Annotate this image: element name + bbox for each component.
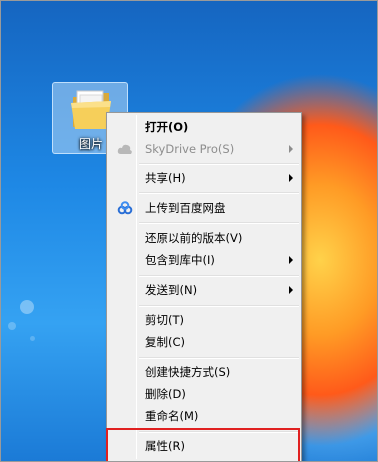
- menu-separator: [139, 192, 299, 194]
- menu-item-delete[interactable]: 删除(D): [109, 383, 299, 405]
- submenu-arrow-icon: [289, 145, 293, 153]
- menu-item-label: 删除(D): [145, 387, 186, 401]
- menu-separator: [139, 275, 299, 277]
- menu-item-label: 还原以前的版本(V): [145, 231, 243, 245]
- menu-separator: [139, 163, 299, 165]
- menu-item-include-in-library[interactable]: 包含到库中(I): [109, 249, 299, 271]
- menu-item-rename[interactable]: 重命名(M): [109, 405, 299, 427]
- menu-item-restore-previous[interactable]: 还原以前的版本(V): [109, 227, 299, 249]
- menu-separator: [139, 357, 299, 359]
- menu-item-skydrive-pro[interactable]: SkyDrive Pro(S): [109, 138, 299, 160]
- wallpaper-flare: [30, 336, 35, 341]
- menu-item-send-to[interactable]: 发送到(N): [109, 279, 299, 301]
- menu-separator: [139, 222, 299, 224]
- menu-item-copy[interactable]: 复制(C): [109, 331, 299, 353]
- menu-item-upload-baidu[interactable]: 上传到百度网盘: [109, 197, 299, 219]
- menu-item-label: SkyDrive Pro(S): [145, 142, 235, 156]
- menu-item-label: 复制(C): [145, 335, 186, 349]
- menu-item-share[interactable]: 共享(H): [109, 167, 299, 189]
- menu-item-create-shortcut[interactable]: 创建快捷方式(S): [109, 361, 299, 383]
- wallpaper-flare: [8, 322, 16, 330]
- menu-separator: [139, 305, 299, 307]
- wallpaper-flare: [20, 300, 34, 314]
- properties-highlight-box: [106, 428, 300, 462]
- menu-item-label: 上传到百度网盘: [145, 201, 226, 215]
- menu-item-open[interactable]: 打开(O): [109, 116, 299, 138]
- baidu-netdisk-icon: [117, 201, 133, 215]
- menu-item-label: 剪切(T): [145, 313, 184, 327]
- submenu-arrow-icon: [289, 286, 293, 294]
- menu-item-label: 重命名(M): [145, 409, 199, 423]
- submenu-arrow-icon: [289, 256, 293, 264]
- menu-item-cut[interactable]: 剪切(T): [109, 309, 299, 331]
- context-menu: 打开(O) SkyDrive Pro(S) 共享(H) 上传到百度网盘 还原以前…: [106, 112, 302, 462]
- menu-item-label: 共享(H): [145, 171, 186, 185]
- menu-item-label: 创建快捷方式(S): [145, 365, 231, 379]
- menu-item-label: 打开(O): [145, 120, 189, 134]
- cloud-icon: [117, 144, 132, 154]
- submenu-arrow-icon: [289, 174, 293, 182]
- menu-item-label: 发送到(N): [145, 283, 198, 297]
- menu-item-label: 包含到库中(I): [145, 253, 215, 267]
